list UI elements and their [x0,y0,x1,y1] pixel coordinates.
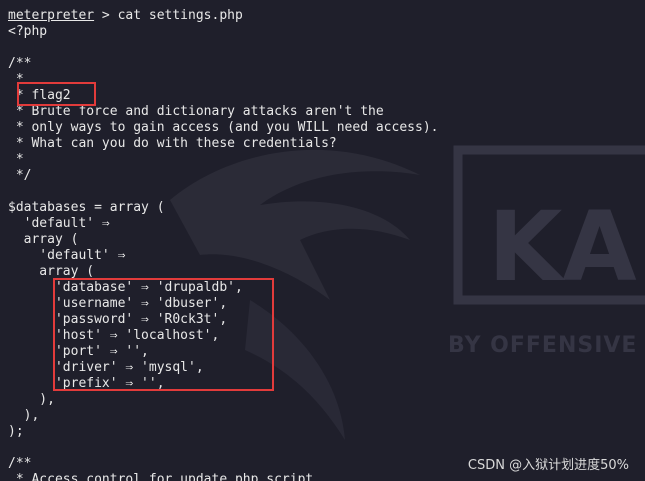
output-line: /** [8,456,32,471]
output-line: * Brute force and dictionary attacks are… [8,104,384,119]
output-line: * What can you do with these credentials… [8,136,337,151]
output-line: $databases = array ( [8,200,165,215]
output-line: ), [8,392,55,407]
output-line: 'default' ⇒ [8,248,126,263]
output-line: ), [8,408,40,423]
prompt-user: meterpreter [8,8,95,23]
command-line: meterpreter > cat settings.php [8,8,243,24]
credentials-highlight-box [53,278,274,391]
output-line: /** [8,56,32,71]
output-line: */ [8,168,32,183]
output-line: * Access control for update.php script [8,472,314,481]
output-line: array ( [8,232,79,247]
output-line: * only ways to gain access (and you WILL… [8,120,439,135]
prompt-command: > cat settings.php [94,8,243,23]
output-line: <?php [8,24,48,39]
terminal-output: meterpreter > cat settings.php <?php /**… [0,0,645,481]
output-line: * [8,152,24,167]
output-line: ); [8,424,24,439]
output-line: 'default' ⇒ [8,216,110,231]
flag-highlight-box [17,82,96,106]
csdn-watermark: CSDN @入狱计划进度50% [467,458,629,473]
